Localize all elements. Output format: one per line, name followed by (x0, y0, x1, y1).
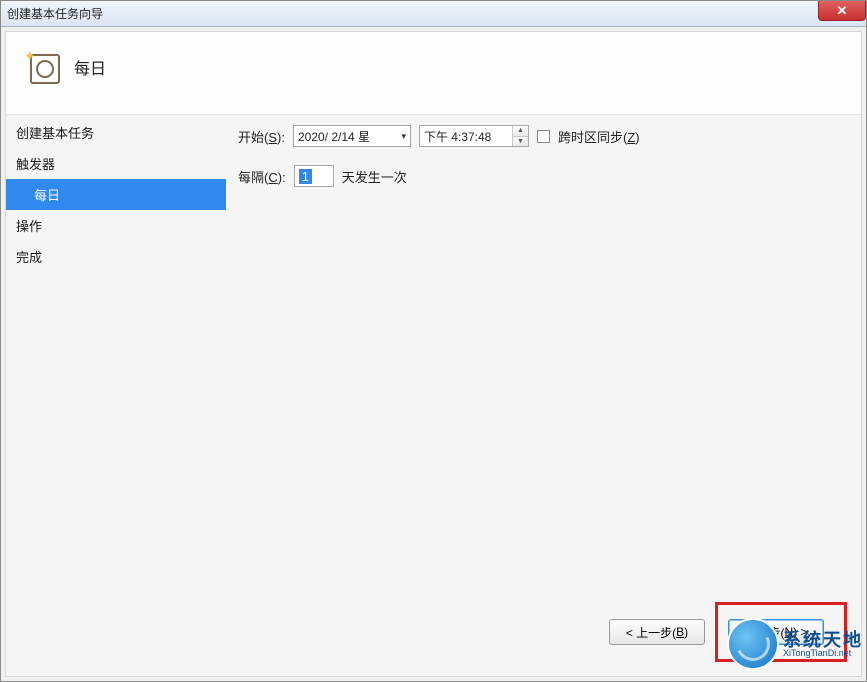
interval-label: 每隔(C): (238, 167, 286, 186)
interval-value: 1 (299, 169, 312, 184)
highlight-annotation: 下一步(N) > (715, 602, 847, 662)
sidebar-item-action[interactable]: 操作 (6, 210, 226, 241)
button-row: < 上一步(B) 下一步(N) > (609, 602, 847, 662)
window-title: 创建基本任务向导 (7, 5, 103, 22)
next-button[interactable]: 下一步(N) > (728, 619, 824, 645)
start-row: 开始(S): 2020/ 2/14 星 ▾ 下午 4:37:48 ▲ ▼ (238, 125, 849, 147)
sync-timezone-checkbox[interactable] (537, 130, 550, 143)
back-button[interactable]: < 上一步(B) (609, 619, 705, 645)
sidebar-item-trigger[interactable]: 触发器 (6, 148, 226, 179)
sidebar: 创建基本任务 触发器 每日 操作 完成 (6, 115, 226, 676)
sync-timezone-label: 跨时区同步(Z) (558, 127, 640, 146)
wizard-window: 创建基本任务向导 ✕ ✦ 每日 创建基本任务 触发器 每日 操作 完成 (0, 0, 867, 682)
chevron-down-icon: ▾ (401, 131, 406, 142)
header: ✦ 每日 (6, 32, 861, 114)
date-value: 2020/ 2/14 星 (298, 128, 370, 145)
time-value: 下午 4:37:48 (424, 128, 512, 145)
body: 创建基本任务 触发器 每日 操作 完成 开始(S): 2020/ 2/14 星 … (6, 114, 861, 676)
sidebar-item-finish[interactable]: 完成 (6, 241, 226, 272)
sidebar-item-create-task[interactable]: 创建基本任务 (6, 117, 226, 148)
task-scheduler-icon: ✦ (26, 50, 60, 84)
spinner-up-button[interactable]: ▲ (513, 126, 528, 137)
start-date-picker[interactable]: 2020/ 2/14 星 ▾ (293, 125, 411, 147)
start-label: 开始(S): (238, 127, 285, 146)
close-icon: ✕ (837, 3, 848, 19)
interval-input[interactable]: 1 (294, 165, 334, 187)
sidebar-item-daily[interactable]: 每日 (6, 179, 226, 210)
start-time-picker[interactable]: 下午 4:37:48 ▲ ▼ (419, 125, 529, 147)
interval-row: 每隔(C): 1 天发生一次 (238, 165, 849, 187)
client-area: ✦ 每日 创建基本任务 触发器 每日 操作 完成 开始(S): 2020/ 2/… (5, 31, 862, 677)
time-spinner: ▲ ▼ (512, 126, 528, 146)
spinner-down-button[interactable]: ▼ (513, 137, 528, 147)
close-button[interactable]: ✕ (818, 1, 866, 21)
page-title: 每日 (74, 55, 106, 79)
interval-suffix: 天发生一次 (342, 167, 407, 186)
titlebar: 创建基本任务向导 ✕ (1, 1, 866, 27)
content: 开始(S): 2020/ 2/14 星 ▾ 下午 4:37:48 ▲ ▼ (226, 115, 861, 676)
